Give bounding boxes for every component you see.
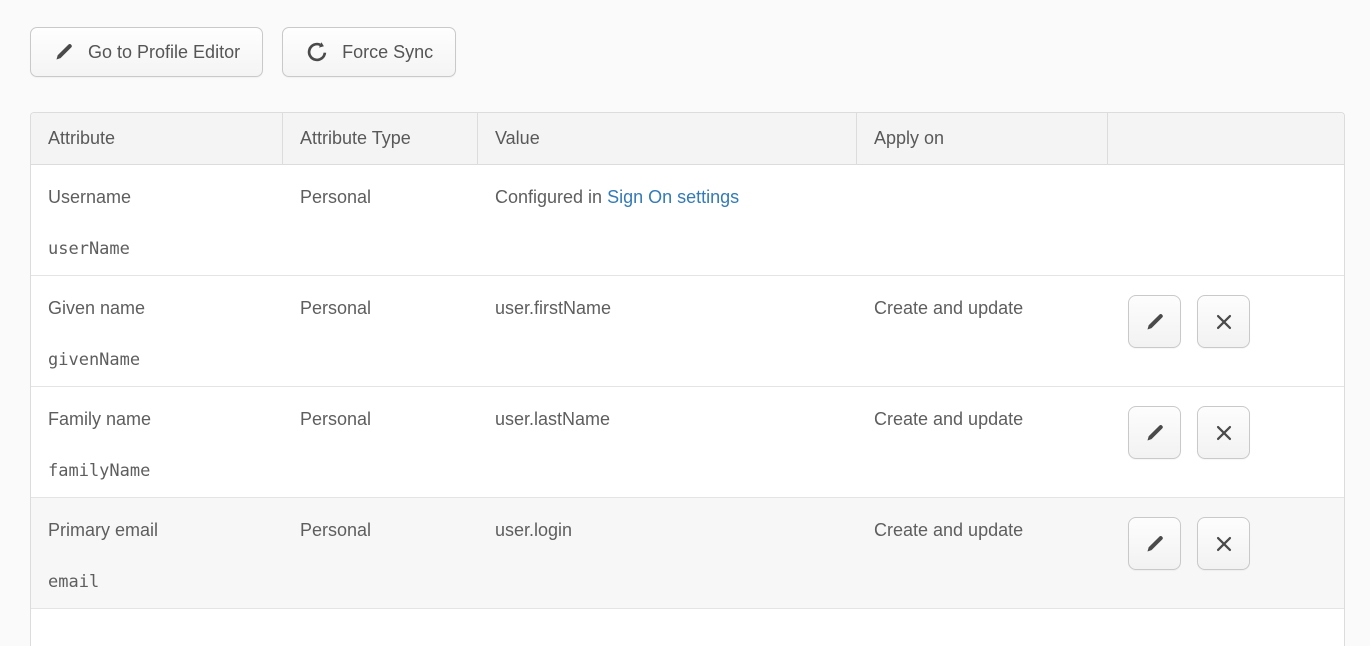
attribute-key: familyName — [48, 460, 273, 483]
pencil-icon — [53, 41, 75, 63]
value-prefix-text: Configured in — [495, 187, 607, 207]
attribute-type-cell: Personal — [283, 165, 478, 275]
table-row-primary-email: Primary email email Personal user.login … — [31, 498, 1344, 609]
attribute-key: userName — [48, 238, 273, 261]
column-header-actions — [1108, 113, 1344, 164]
apply-on-cell: Create and update — [857, 387, 1108, 497]
value-cell: user.lastName — [478, 387, 857, 497]
attribute-label: Primary email — [48, 519, 273, 542]
apply-on-cell — [857, 165, 1108, 275]
remove-attribute-button[interactable] — [1197, 406, 1250, 459]
attribute-cell: Primary email email — [31, 498, 283, 608]
edit-attribute-button[interactable] — [1128, 406, 1181, 459]
attribute-key: givenName — [48, 349, 273, 372]
value-cell: user.login — [478, 498, 857, 608]
go-to-profile-editor-label: Go to Profile Editor — [88, 42, 240, 63]
attribute-mappings-table: Attribute Attribute Type Value Apply on … — [30, 112, 1345, 646]
column-header-attribute-type: Attribute Type — [283, 113, 478, 164]
value-cell: Configured in Sign On settings — [478, 165, 857, 275]
close-icon — [1213, 533, 1235, 555]
actions-cell — [1108, 498, 1344, 608]
attribute-type-cell: Personal — [283, 498, 478, 608]
actions-cell — [1108, 165, 1344, 275]
pencil-icon — [1144, 533, 1166, 555]
apply-on-cell: Create and update — [857, 276, 1108, 386]
attribute-label: Username — [48, 186, 273, 209]
apply-on-cell: Create and update — [857, 498, 1108, 608]
attribute-key: email — [48, 571, 273, 594]
close-icon — [1213, 311, 1235, 333]
table-header-row: Attribute Attribute Type Value Apply on — [31, 113, 1344, 165]
actions-cell — [1108, 387, 1344, 497]
sign-on-settings-link[interactable]: Sign On settings — [607, 187, 739, 207]
value-cell: user.firstName — [478, 276, 857, 386]
refresh-icon — [305, 40, 329, 64]
close-icon — [1213, 422, 1235, 444]
attribute-type-cell: Personal — [283, 387, 478, 497]
table-row-username: Username userName Personal Configured in… — [31, 165, 1344, 276]
attribute-cell: Given name givenName — [31, 276, 283, 386]
attribute-label: Given name — [48, 297, 273, 320]
go-to-profile-editor-button[interactable]: Go to Profile Editor — [30, 27, 263, 77]
attribute-label: Family name — [48, 408, 273, 431]
attribute-cell: Family name familyName — [31, 387, 283, 497]
attribute-cell: Username userName — [31, 165, 283, 275]
actions-cell — [1108, 276, 1344, 386]
remove-attribute-button[interactable] — [1197, 517, 1250, 570]
edit-attribute-button[interactable] — [1128, 295, 1181, 348]
column-header-apply-on: Apply on — [857, 113, 1108, 164]
attribute-type-cell: Personal — [283, 276, 478, 386]
pencil-icon — [1144, 422, 1166, 444]
table-row-given-name: Given name givenName Personal user.first… — [31, 276, 1344, 387]
force-sync-button[interactable]: Force Sync — [282, 27, 456, 77]
pencil-icon — [1144, 311, 1166, 333]
edit-attribute-button[interactable] — [1128, 517, 1181, 570]
toolbar: Go to Profile Editor Force Sync — [30, 27, 456, 77]
table-row-partial — [31, 609, 1344, 646]
force-sync-label: Force Sync — [342, 42, 433, 63]
remove-attribute-button[interactable] — [1197, 295, 1250, 348]
table-row-family-name: Family name familyName Personal user.las… — [31, 387, 1344, 498]
column-header-attribute: Attribute — [31, 113, 283, 164]
column-header-value: Value — [478, 113, 857, 164]
